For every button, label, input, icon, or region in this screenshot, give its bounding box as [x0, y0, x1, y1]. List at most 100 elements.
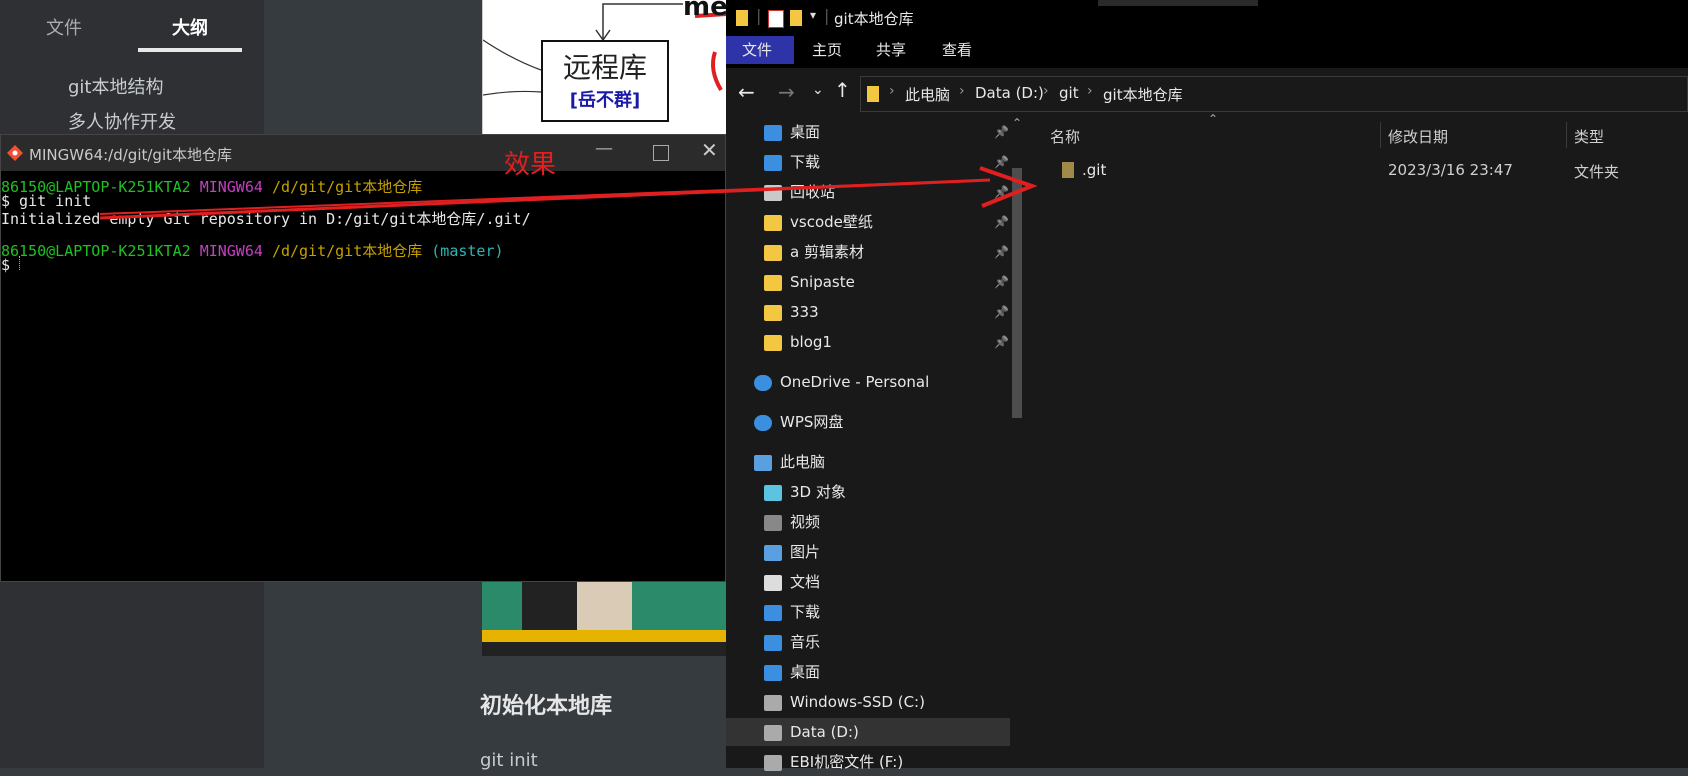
nav-item-label: Data (D:) [790, 723, 859, 741]
nav-item[interactable]: 下载 [726, 598, 1010, 626]
nav-item-label: 333 [790, 303, 819, 321]
nav-item-label: OneDrive - Personal [780, 373, 930, 391]
prompt-line-2: 86150@LAPTOP-K251KTA2 MINGW64 /d/git/git… [1, 242, 504, 260]
scroll-up-icon[interactable]: ⌃ [1012, 116, 1022, 130]
download-icon [764, 154, 782, 171]
column-date[interactable]: 修改日期 [1388, 126, 1448, 147]
nav-item[interactable]: 视频 [726, 508, 1010, 536]
section-heading: 初始化本地库 [480, 693, 613, 718]
nav-item[interactable]: OneDrive - Personal [726, 368, 1010, 396]
desktop-icon [764, 664, 782, 681]
video-icon [764, 514, 782, 531]
up-arrow-icon[interactable]: ↑ [834, 78, 851, 102]
terminal-window[interactable]: MINGW64:/d/git/git本地仓库 — ✕ 86150@LAPTOP-… [0, 134, 726, 582]
tab-outline[interactable]: 大纲 [172, 14, 208, 40]
ribbon-tab-view[interactable]: 查看 [926, 36, 988, 64]
outline-item-git-structure[interactable]: git本地结构 [68, 73, 163, 99]
nav-item-label: 图片 [790, 543, 821, 561]
breadcrumb-git-local-repo[interactable]: git本地仓库 [1103, 84, 1183, 105]
picture-icon [764, 544, 782, 561]
nav-scrollbar-track[interactable]: ⌃ [1012, 116, 1022, 768]
ribbon-tab-home[interactable]: 主页 [796, 36, 858, 64]
nav-item-label: Windows-SSD (C:) [790, 693, 925, 711]
document-icon [764, 574, 782, 591]
nav-item[interactable]: Snipaste 📌 [726, 268, 1010, 296]
pin-icon[interactable]: 📌 [994, 328, 1009, 356]
nav-scrollbar-thumb[interactable] [1012, 168, 1022, 418]
ribbon-tab-share[interactable]: 共享 [860, 36, 922, 64]
nav-item[interactable]: vscode壁纸 📌 [726, 208, 1010, 236]
folder-icon [764, 214, 782, 231]
breadcrumb-data-d[interactable]: Data (D:) [975, 84, 1044, 102]
file-row[interactable]: .git 2023/3/16 23:47 文件夹 [1050, 156, 1670, 184]
pin-icon[interactable]: 📌 [994, 268, 1009, 296]
customize-dropdown-icon[interactable]: ▾ [810, 8, 816, 22]
nav-item[interactable]: 333 📌 [726, 298, 1010, 326]
title-bar-handle[interactable] [1098, 0, 1258, 6]
back-arrow-icon[interactable]: ← [738, 80, 755, 104]
folder-icon [764, 304, 782, 321]
pin-icon[interactable]: 📌 [994, 298, 1009, 326]
nav-item[interactable]: a 剪辑素材 📌 [726, 238, 1010, 266]
forward-arrow-icon[interactable]: → [778, 80, 795, 104]
output-line: Initialized empty Git repository in D:/g… [1, 210, 531, 228]
cursor [19, 256, 21, 270]
column-name[interactable]: 名称 [1050, 126, 1080, 147]
minimize-icon[interactable]: — [595, 138, 613, 159]
pin-icon[interactable]: 📌 [994, 118, 1009, 146]
active-tab-indicator [138, 48, 242, 52]
pin-icon[interactable]: 📌 [994, 178, 1009, 206]
nav-item-label: 桌面 [790, 663, 821, 681]
nav-item[interactable]: EBI机密文件 (F:) [726, 748, 1010, 776]
properties-icon[interactable] [768, 10, 784, 28]
command-line-2[interactable]: $ [1, 256, 21, 274]
breadcrumb-this-pc[interactable]: 此电脑 [905, 84, 950, 105]
pin-icon[interactable]: 📌 [994, 208, 1009, 236]
nav-item[interactable]: Data (D:) [726, 718, 1010, 746]
git-bash-icon [7, 145, 23, 161]
maximize-icon[interactable] [653, 145, 669, 161]
terminal-titlebar[interactable]: MINGW64:/d/git/git本地仓库 — ✕ [1, 135, 725, 171]
new-folder-icon[interactable] [790, 10, 802, 26]
nav-item-label: 文档 [790, 573, 821, 591]
breadcrumb-git[interactable]: git [1059, 84, 1079, 102]
nav-item[interactable]: 桌面 [726, 658, 1010, 686]
tab-files[interactable]: 文件 [46, 14, 82, 40]
cloud-icon [754, 374, 772, 391]
folder-icon [1062, 162, 1074, 178]
outline-item-collaboration[interactable]: 多人协作开发 [68, 108, 176, 134]
file-type: 文件夹 [1574, 163, 1620, 181]
address-bar[interactable]: › 此电脑 › Data (D:) › git › git本地仓库 [860, 76, 1688, 112]
nav-item-label: 下载 [790, 153, 821, 171]
nav-item[interactable]: blog1 📌 [726, 328, 1010, 356]
column-type[interactable]: 类型 [1574, 126, 1604, 147]
close-icon[interactable]: ✕ [701, 138, 718, 162]
pin-icon[interactable]: 📌 [994, 238, 1009, 266]
nav-item-label: Snipaste [790, 273, 855, 291]
ribbon-tab-file[interactable]: 文件 [726, 36, 794, 64]
nav-item[interactable]: 回收站 📌 [726, 178, 1010, 206]
desktop-icon [764, 124, 782, 141]
nav-item[interactable]: 3D 对象 [726, 478, 1010, 506]
drive-icon [764, 694, 782, 711]
file-explorer-window: | ▾ | git本地仓库 文件 主页 共享 查看 ← → ⌄ ↑ › 此电脑 … [726, 0, 1688, 771]
recent-locations-icon[interactable]: ⌄ [812, 82, 824, 98]
annotation-label: 效果 [504, 150, 557, 180]
file-date: 2023/3/16 23:47 [1388, 161, 1513, 179]
nav-item[interactable]: 下载 📌 [726, 148, 1010, 176]
download-icon [764, 604, 782, 621]
nav-item-label: 回收站 [790, 183, 836, 201]
nav-item[interactable]: 文档 [726, 568, 1010, 596]
ribbon-tabs: 文件 主页 共享 查看 [726, 36, 1688, 69]
nav-item-label: 桌面 [790, 123, 821, 141]
nav-item[interactable]: 桌面 📌 [726, 118, 1010, 146]
nav-item[interactable]: WPS网盘 [726, 408, 1010, 436]
nav-item-label: 音乐 [790, 633, 821, 651]
drive-icon [764, 724, 782, 741]
nav-item[interactable]: 图片 [726, 538, 1010, 566]
nav-item[interactable]: 音乐 [726, 628, 1010, 656]
diagram-image: me 远程库 [岳不群] [482, 0, 728, 134]
nav-item[interactable]: Windows-SSD (C:) [726, 688, 1010, 716]
pin-icon[interactable]: 📌 [994, 148, 1009, 176]
nav-item[interactable]: 此电脑 [726, 448, 1010, 476]
